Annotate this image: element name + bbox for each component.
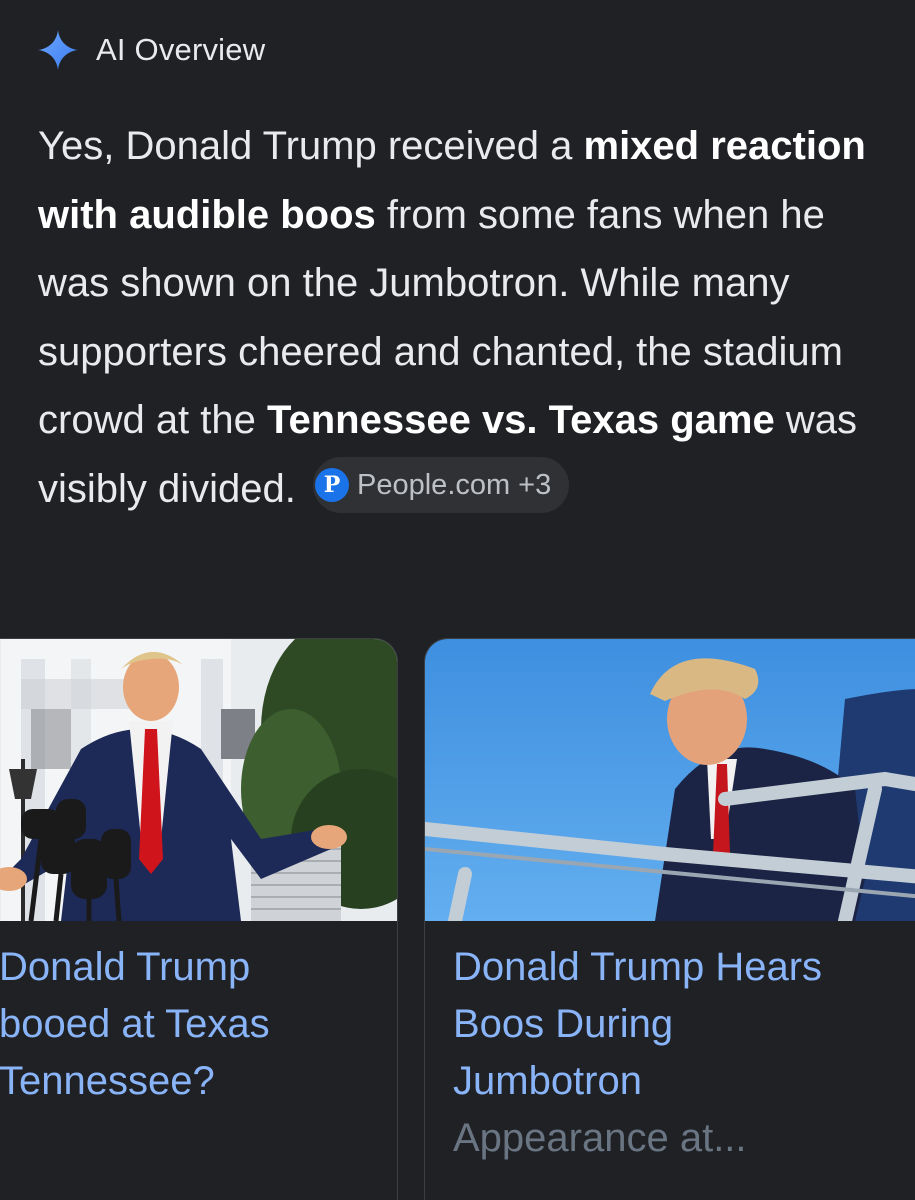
source-name: People.com: [357, 468, 511, 501]
source-chip[interactable]: P People.com +3: [313, 456, 570, 513]
card-image-trump-airstairs: [425, 639, 915, 921]
ai-overview-answer: Yes, Donald Trump received a mixed react…: [38, 112, 898, 523]
card-title-line: Jumbotron: [453, 1059, 642, 1103]
sparkle-icon: [38, 30, 78, 70]
source-count: +3: [518, 468, 552, 501]
answer-bold-segment: Tennessee vs. Texas game: [267, 398, 775, 442]
card-title-line: Tennessee?: [0, 1059, 215, 1103]
answer-text-segment: Yes, Donald Trump received a: [38, 124, 584, 168]
card-title-link[interactable]: Donald Trump Hears Boos During Jumbotron…: [453, 939, 915, 1167]
card-title-line: booed at Texas: [0, 1002, 270, 1046]
ai-overview-title: AI Overview: [96, 32, 266, 67]
card-image-trump-white-house: [0, 639, 397, 921]
people-logo-icon: P: [315, 467, 350, 502]
ai-overview-header: AI Overview: [36, 28, 265, 72]
source-card-jumbotron[interactable]: Donald Trump Hears Boos During Jumbotron…: [424, 638, 915, 1200]
source-card-people[interactable]: Donald Trump booed at Texas Tennessee?: [0, 638, 398, 1200]
ai-overview-page: AI Overview Yes, Donald Trump received a…: [0, 0, 915, 1200]
card-title-line-faded: Appearance at...: [453, 1116, 747, 1160]
card-title-link[interactable]: Donald Trump booed at Texas Tennessee?: [0, 939, 394, 1110]
card-title-line: Boos During: [453, 1002, 674, 1046]
card-title-line: Donald Trump: [0, 945, 251, 989]
card-title-line: Donald Trump Hears: [453, 945, 823, 989]
